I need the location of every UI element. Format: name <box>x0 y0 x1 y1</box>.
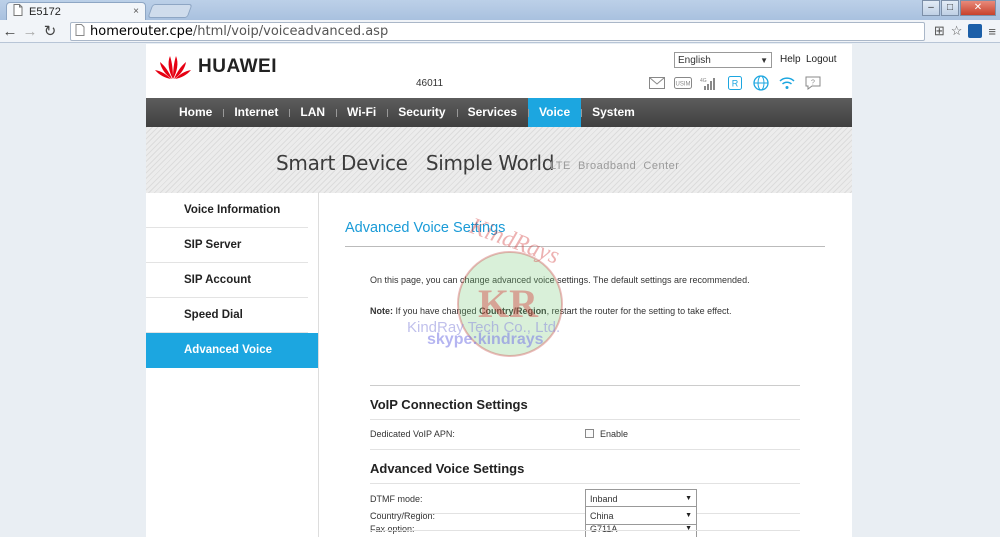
extension-icon[interactable] <box>968 24 983 38</box>
svg-text:4G: 4G <box>700 78 707 84</box>
close-window-button[interactable]: ✕ <box>960 0 996 16</box>
nav-lan[interactable]: LAN <box>289 98 336 127</box>
close-tab-icon[interactable]: × <box>133 6 139 17</box>
nav-home[interactable]: Home <box>168 98 223 127</box>
language-select[interactable]: English ▼ <box>674 52 772 68</box>
dedicated-apn-checkbox[interactable] <box>585 429 594 438</box>
svg-text:?: ? <box>811 80 815 87</box>
dedicated-apn-enable-label[interactable]: Enable <box>600 429 628 439</box>
logout-link[interactable]: Logout <box>806 54 837 65</box>
fax-option-label: Fax option: <box>370 524 415 534</box>
star-bookmark-icon[interactable]: ☆ <box>951 23 963 39</box>
title-divider <box>345 246 825 247</box>
window-controls: – □ ✕ <box>922 0 996 16</box>
nav-system[interactable]: System <box>581 98 646 127</box>
country-region-label: Country/Region: <box>370 511 436 521</box>
roaming-icon: R <box>726 74 744 92</box>
router-page: HUAWEI 46011 English ▼ Help Logout USIM 4… <box>146 44 852 537</box>
page-viewport: HUAWEI 46011 English ▼ Help Logout USIM 4… <box>0 44 1000 537</box>
help-link[interactable]: Help <box>780 54 801 65</box>
huawei-logo: HUAWEI <box>154 54 277 80</box>
dedicated-apn-label: Dedicated VoIP APN: <box>370 429 455 439</box>
svg-text:R: R <box>732 79 739 89</box>
page-icon <box>13 4 23 19</box>
sidebar-item-speed-dial[interactable]: Speed Dial <box>146 298 308 333</box>
globe-icon <box>752 74 770 92</box>
country-region-select[interactable]: China ▼ <box>585 506 697 525</box>
page-header: HUAWEI 46011 English ▼ Help Logout USIM 4… <box>146 44 852 98</box>
new-tab-button[interactable] <box>147 4 193 18</box>
row-divider <box>370 419 800 420</box>
nav-wifi[interactable]: Wi-Fi <box>336 98 387 127</box>
nav-voice[interactable]: Voice <box>528 98 582 127</box>
page-title: Advanced Voice Settings <box>345 220 506 236</box>
reload-icon[interactable]: ↻ <box>40 22 60 40</box>
browser-tab[interactable]: E5172 × <box>6 2 146 20</box>
back-arrow-icon[interactable]: ← <box>0 23 20 40</box>
signal-icon: 4G <box>700 74 718 92</box>
advanced-voice-section-title: Advanced Voice Settings <box>370 461 525 476</box>
browser-toolbar: ← → ↻ homerouter.cpe/html/voip/voiceadva… <box>0 20 1000 43</box>
browser-titlebar: E5172 × – □ ✕ <box>0 0 1000 20</box>
device-model: 46011 <box>416 78 444 89</box>
voip-connection-title: VoIP Connection Settings <box>370 397 528 412</box>
status-icons: USIM 4G R ? <box>648 74 822 92</box>
tab-title: E5172 <box>29 5 61 18</box>
banner-subtitle: LTE Broadband Center <box>550 160 680 172</box>
banner: Smart Device Simple World LTE Broadband … <box>146 127 852 193</box>
banner-slogan: Smart Device Simple World <box>276 151 555 175</box>
section-divider <box>370 385 800 386</box>
address-bar[interactable]: homerouter.cpe/html/voip/voiceadvanced.a… <box>70 22 925 41</box>
help-icon[interactable]: ? <box>804 74 822 92</box>
nav-security[interactable]: Security <box>387 98 456 127</box>
chevron-down-icon: ▼ <box>685 512 692 519</box>
note-text: Note: If you have changed Country/Region… <box>370 306 732 316</box>
translate-icon[interactable]: ⊞ <box>934 23 945 39</box>
maximize-button[interactable]: □ <box>941 0 959 16</box>
brand-name: HUAWEI <box>198 56 277 77</box>
main-navigation: Home Internet LAN Wi-Fi Security Service… <box>146 98 852 127</box>
nav-services[interactable]: Services <box>456 98 528 127</box>
forward-arrow-icon[interactable]: → <box>20 23 40 40</box>
page-icon <box>75 24 85 39</box>
sidebar-item-sip-server[interactable]: SIP Server <box>146 228 308 263</box>
watermark-skype: skype:kindrays <box>427 331 544 348</box>
row-divider <box>370 449 800 450</box>
main-content: Advanced Voice Settings On this page, yo… <box>319 193 852 537</box>
row-divider <box>370 530 800 531</box>
wifi-icon <box>778 74 796 92</box>
intro-text: On this page, you can change advanced vo… <box>370 275 750 285</box>
menu-icon[interactable]: ≡ <box>988 24 996 39</box>
sidebar-item-sip-account[interactable]: SIP Account <box>146 263 308 298</box>
sidebar-item-advanced-voice[interactable]: Advanced Voice <box>146 333 318 368</box>
chevron-down-icon: ▼ <box>685 495 692 502</box>
url-text: homerouter.cpe/html/voip/voiceadvanced.a… <box>90 24 389 39</box>
mail-icon[interactable] <box>648 74 666 92</box>
sidebar: Voice Information SIP Server SIP Account… <box>146 193 319 537</box>
sidebar-item-voice-information[interactable]: Voice Information <box>146 193 308 228</box>
usim-icon: USIM <box>674 74 692 92</box>
dtmf-mode-label: DTMF mode: <box>370 494 423 504</box>
svg-text:USIM: USIM <box>676 82 691 88</box>
huawei-flower-icon <box>155 56 191 79</box>
nav-internet[interactable]: Internet <box>223 98 289 127</box>
minimize-button[interactable]: – <box>922 0 940 16</box>
row-divider <box>370 483 800 484</box>
